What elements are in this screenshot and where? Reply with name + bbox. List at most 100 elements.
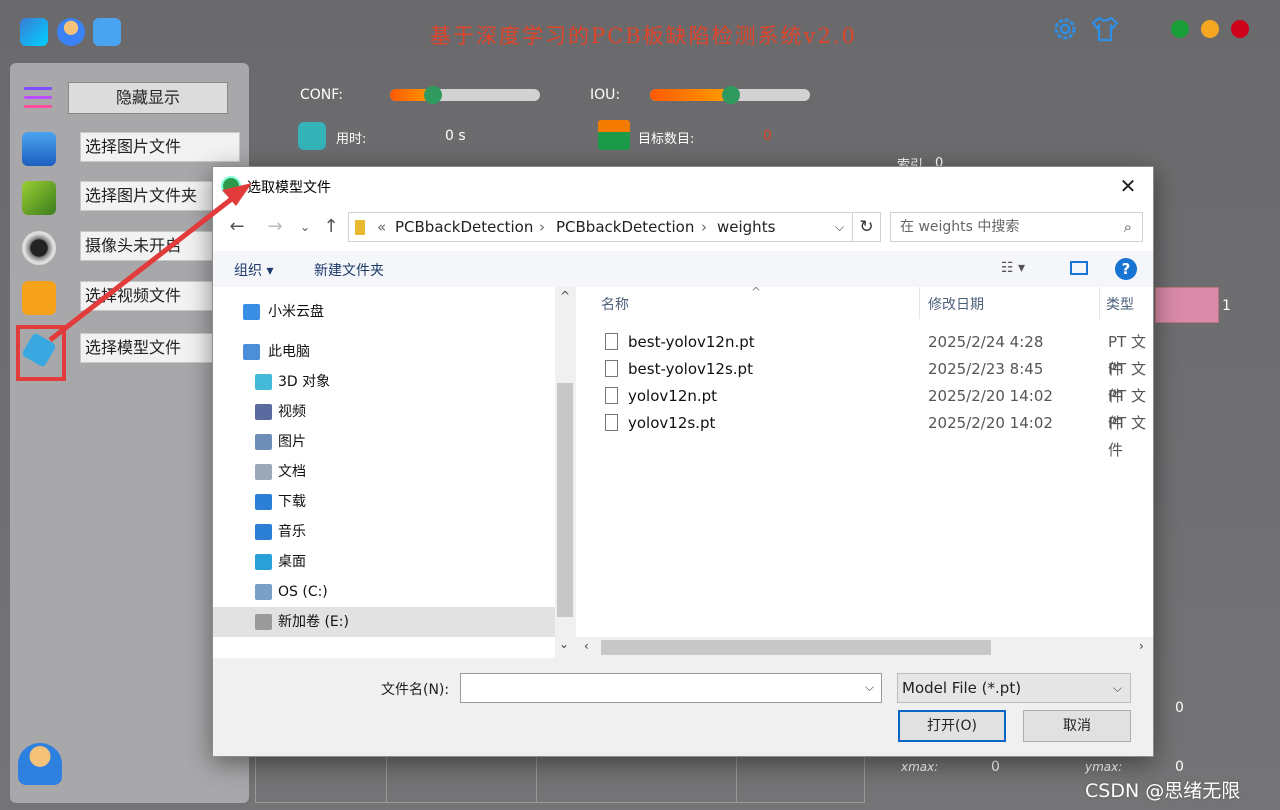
- file-row[interactable]: best-yolov12n.pt 2025/2/24 4:28 PT 文件: [601, 329, 1151, 378]
- avatar[interactable]: [18, 743, 62, 785]
- search-input[interactable]: 在 weights 中搜索 ⌕: [890, 212, 1143, 242]
- pictures-folder-icon: [255, 434, 272, 450]
- chat-icon[interactable]: [93, 18, 121, 46]
- cancel-button[interactable]: 取消: [1023, 710, 1131, 742]
- iou-slider[interactable]: [650, 86, 810, 104]
- filename-input[interactable]: [460, 673, 882, 703]
- recent-chevron-down-icon[interactable]: ⌄: [293, 215, 317, 239]
- conf-slider-knob[interactable]: [424, 86, 442, 104]
- xmax-value: 0: [991, 759, 1000, 775]
- organize-button[interactable]: 组织 ▾: [234, 260, 273, 280]
- forward-arrow-icon[interactable]: →: [263, 215, 287, 239]
- scroll-right-icon[interactable]: ›: [1139, 639, 1144, 653]
- breadcrumb-item[interactable]: PCBbackDetection: [395, 213, 533, 241]
- menu-icon[interactable]: [23, 85, 53, 111]
- help-icon[interactable]: ?: [1115, 258, 1137, 280]
- conf-slider[interactable]: [390, 86, 540, 104]
- folder-image-icon: [22, 181, 56, 215]
- file-date: 2025/2/20 14:02: [928, 387, 1053, 405]
- conf-label: CONF:: [300, 87, 343, 103]
- tree-item[interactable]: 新加卷 (E:): [213, 607, 555, 637]
- file-row[interactable]: best-yolov12s.pt 2025/2/23 8:45 PT 文件: [601, 356, 1151, 405]
- up-arrow-icon[interactable]: ↑: [319, 215, 343, 239]
- navigation-pane: 小米云盘 此电脑 3D 对象 视频 图片 文档 下载 音乐 桌面 OS (C:) 新加卷 (E:) ^…: [213, 287, 576, 658]
- column-header-type[interactable]: 类型: [1106, 294, 1134, 314]
- tree-item[interactable]: 文档: [213, 457, 555, 487]
- tree-item[interactable]: 此电脑: [213, 337, 555, 367]
- close-dot[interactable]: [1231, 20, 1249, 38]
- download-icon: [255, 494, 272, 510]
- videos-folder-icon: [255, 404, 272, 420]
- desktop-icon: [255, 554, 272, 570]
- scroll-left-icon[interactable]: ‹: [584, 639, 589, 653]
- breadcrumb-overflow[interactable]: «: [377, 213, 386, 241]
- scroll-up-icon[interactable]: ^: [560, 289, 570, 303]
- file-dialog: 选取模型文件 ✕ ← → ⌄ ↑ « PCBbackDetection › PC…: [212, 166, 1154, 757]
- title-bar: 基于深度学习的PCB板缺陷检测系统v2.0: [0, 0, 1280, 62]
- breadcrumb-item[interactable]: PCBbackDetection: [556, 213, 694, 241]
- back-arrow-icon[interactable]: ←: [225, 215, 249, 239]
- tree-item[interactable]: 视频: [213, 397, 555, 427]
- time-label: 用时:: [336, 132, 367, 147]
- sidebar-item-video[interactable]: 选择视频文件: [22, 279, 242, 315]
- dialog-app-icon: [221, 176, 241, 196]
- close-icon[interactable]: ✕: [1115, 173, 1141, 199]
- tree-item[interactable]: 小米云盘: [213, 297, 555, 327]
- user-icon[interactable]: [57, 18, 85, 46]
- sidebar-item-image-folder[interactable]: 选择图片文件夹: [22, 179, 242, 215]
- open-button[interactable]: 打开(O): [898, 710, 1006, 742]
- app-logo-icon: [20, 18, 48, 46]
- tree-item[interactable]: 下载: [213, 487, 555, 517]
- breadcrumb-item[interactable]: weights: [717, 213, 775, 241]
- sidebar-item-image[interactable]: 选择图片文件: [22, 130, 242, 166]
- filetype-select[interactable]: Model File (*.pt) ⌵: [897, 673, 1131, 703]
- file-row[interactable]: yolov12n.pt 2025/2/20 14:02 PT 文件: [601, 383, 1151, 432]
- scroll-down-icon[interactable]: ⌄: [559, 637, 569, 651]
- file-date: 2025/2/20 14:02: [928, 414, 1053, 432]
- theme-shirt-icon[interactable]: [1090, 14, 1120, 44]
- tree-item-label: 文档: [278, 464, 306, 480]
- tree-item[interactable]: 3D 对象: [213, 367, 555, 397]
- address-chevron-down-icon[interactable]: ⌵: [835, 213, 844, 241]
- file-type: PT 文件: [1108, 414, 1146, 459]
- command-bar: 组织 ▾ 新建文件夹 ☷ ▾ ?: [213, 251, 1153, 287]
- tree-item[interactable]: OS (C:): [213, 577, 555, 607]
- minimize-dot[interactable]: [1171, 20, 1189, 38]
- camera-icon: [22, 231, 56, 265]
- iou-slider-knob[interactable]: [722, 86, 740, 104]
- tree-item-label: 视频: [278, 404, 306, 420]
- file-list: ^ 名称 修改日期 类型 best-yolov12n.pt 2025/2/24 4…: [576, 287, 1153, 658]
- filename-chevron-down-icon[interactable]: ⌵: [865, 680, 874, 695]
- music-icon: [255, 524, 272, 540]
- column-header-name[interactable]: 名称: [601, 294, 629, 314]
- column-header-date[interactable]: 修改日期: [928, 294, 984, 314]
- vertical-scrollbar[interactable]: ^ ⌄: [555, 287, 576, 658]
- tree-item[interactable]: 音乐: [213, 517, 555, 547]
- file-icon: [605, 360, 618, 377]
- horizontal-scrollbar[interactable]: ‹ ›: [576, 637, 1153, 658]
- file-name: best-yolov12n.pt: [628, 333, 755, 351]
- file-row[interactable]: yolov12s.pt 2025/2/20 14:02 PT 文件: [601, 410, 1151, 459]
- settings-gear-icon[interactable]: [1050, 14, 1080, 44]
- pink-bar-value: 1: [1222, 298, 1231, 314]
- dialog-title: 选取模型文件: [247, 180, 331, 196]
- new-folder-button[interactable]: 新建文件夹: [314, 260, 384, 280]
- tree-item[interactable]: 桌面: [213, 547, 555, 577]
- tree-item[interactable]: 图片: [213, 427, 555, 457]
- cloud-icon: [243, 304, 260, 320]
- sort-chevron-up-icon: ^: [751, 287, 762, 299]
- horizontal-scroll-thumb[interactable]: [601, 640, 991, 655]
- dialog-footer: 文件名(N): ⌵ Model File (*.pt) ⌵ 打开(O) 取消: [213, 658, 1153, 756]
- address-bar[interactable]: « PCBbackDetection › PCBbackDetection › …: [348, 212, 853, 242]
- refresh-icon[interactable]: ↻: [853, 212, 881, 242]
- maximize-dot[interactable]: [1201, 20, 1219, 38]
- drive-c-icon: [255, 584, 272, 600]
- file-date: 2025/2/24 4:28: [928, 333, 1044, 351]
- view-options-icon[interactable]: ☷ ▾: [1001, 260, 1025, 276]
- count-label: 目标数目:: [638, 132, 695, 147]
- app-title: 基于深度学习的PCB板缺陷检测系统v2.0: [430, 24, 857, 48]
- sidebar-item-camera[interactable]: 摄像头未开启: [22, 229, 242, 265]
- hide-display-button[interactable]: 隐藏显示: [68, 82, 228, 114]
- vertical-scroll-thumb[interactable]: [557, 383, 573, 617]
- preview-pane-icon[interactable]: [1070, 261, 1088, 275]
